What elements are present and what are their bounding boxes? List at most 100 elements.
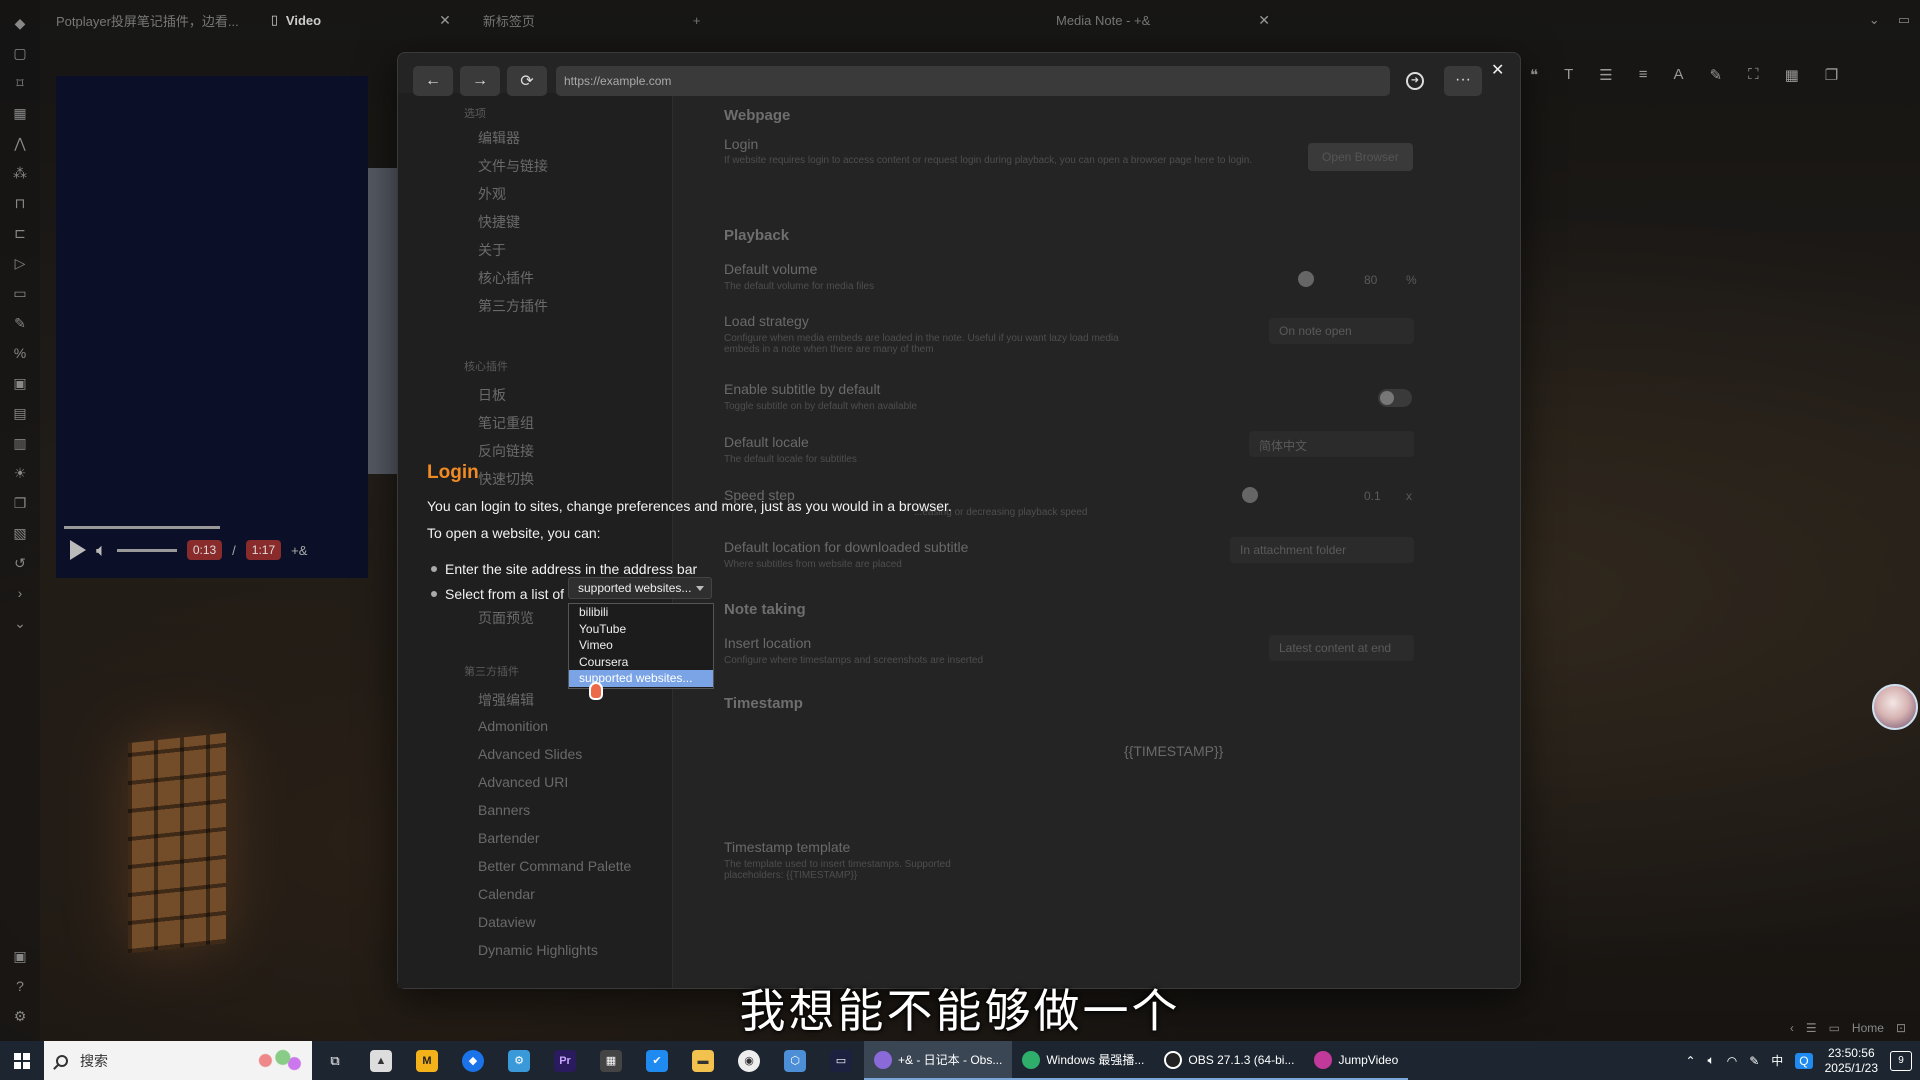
terminal-app-icon[interactable]: ▭ bbox=[818, 1041, 864, 1080]
forward-button[interactable]: → bbox=[460, 66, 500, 96]
option-youtube[interactable]: YouTube bbox=[569, 621, 713, 638]
chevron-down-icon[interactable]: ⌄ bbox=[1869, 12, 1880, 28]
nav-item[interactable]: Calendar bbox=[478, 886, 535, 902]
play-icon[interactable]: ▷ bbox=[9, 252, 31, 274]
option-coursera[interactable]: Coursera bbox=[569, 654, 713, 671]
option-bilibili[interactable]: bilibili bbox=[569, 604, 713, 621]
task-view-icon[interactable]: ⧉ bbox=[312, 1041, 358, 1080]
nav-item[interactable]: 文件与链接 bbox=[478, 156, 548, 176]
nav-item[interactable]: Bartender bbox=[478, 830, 539, 846]
split-icon[interactable]: ▭ bbox=[1898, 12, 1910, 28]
list-icon[interactable]: ☰ bbox=[1806, 1021, 1817, 1035]
chevron-down-icon[interactable]: ⌄ bbox=[9, 612, 31, 634]
taskbar-app-obs[interactable]: OBS 27.1.3 (64-bi... bbox=[1154, 1041, 1305, 1080]
insert-location-select[interactable]: Latest content at end bbox=[1269, 635, 1414, 661]
subtitle-toggle[interactable] bbox=[1378, 389, 1412, 407]
nav-item[interactable]: 增强编辑 bbox=[478, 690, 534, 710]
nav-item[interactable]: 快捷键 bbox=[478, 212, 520, 232]
align-icon[interactable]: ≡ bbox=[1639, 66, 1648, 84]
speed-step-slider[interactable] bbox=[1242, 487, 1258, 503]
close-tab-icon[interactable]: ✕ bbox=[1258, 12, 1270, 29]
list-icon[interactable]: ☰ bbox=[1599, 66, 1612, 84]
current-time-badge[interactable]: 0:13 bbox=[186, 540, 223, 560]
bird-app-icon[interactable]: ◆ bbox=[450, 1041, 496, 1080]
tab-video[interactable]: ▯ Video ✕ bbox=[255, 0, 467, 40]
home-label[interactable]: Home bbox=[1852, 1021, 1884, 1035]
settings-app-icon[interactable]: ⬡ bbox=[772, 1041, 818, 1080]
start-button[interactable] bbox=[0, 1041, 44, 1080]
m-app-icon[interactable]: M bbox=[404, 1041, 450, 1080]
supported-websites-select[interactable]: supported websites... bbox=[568, 577, 712, 599]
fullscreen-icon[interactable]: ⛶ bbox=[1748, 66, 1759, 84]
address-bar[interactable]: https://example.com bbox=[556, 66, 1390, 96]
ime-indicator[interactable]: 中 bbox=[1771, 1052, 1783, 1069]
chevron-up-icon[interactable]: ⌃ bbox=[1685, 1054, 1695, 1068]
bulb-icon[interactable]: ☀ bbox=[9, 462, 31, 484]
play-icon[interactable] bbox=[70, 540, 86, 560]
back-button[interactable]: ← bbox=[413, 66, 453, 96]
pen-icon[interactable]: ✎ bbox=[1749, 1054, 1759, 1068]
go-button[interactable]: ➜ bbox=[1400, 66, 1430, 96]
taskbar-clock[interactable]: 23:50:56 2025/1/23 bbox=[1825, 1046, 1878, 1076]
grid-icon[interactable]: ▦ bbox=[9, 102, 31, 124]
nav-item[interactable]: Dataview bbox=[478, 914, 536, 930]
video-player[interactable] bbox=[56, 76, 446, 578]
terminal-icon[interactable]: › bbox=[9, 582, 31, 604]
layout-icon[interactable]: ▧ bbox=[9, 522, 31, 544]
tab-potplayer[interactable]: Potplayer投屏笔记插件，边看... bbox=[40, 0, 255, 40]
nav-item[interactable]: Better Command Palette bbox=[478, 858, 631, 874]
inbox-icon[interactable]: ⊓ bbox=[9, 192, 31, 214]
nav-item[interactable]: Advanced Slides bbox=[478, 746, 582, 762]
reload-button[interactable]: ⟳ bbox=[507, 66, 547, 96]
nav-item[interactable]: 第三方插件 bbox=[478, 296, 548, 316]
copy-icon[interactable]: ❐ bbox=[9, 492, 31, 514]
sidebar-toggle-icon[interactable]: ▢ bbox=[9, 42, 31, 64]
highlight-icon[interactable]: ✎ bbox=[1709, 66, 1722, 84]
nav-item[interactable]: 日板 bbox=[478, 385, 506, 405]
nav-item[interactable]: 笔记重组 bbox=[478, 413, 534, 433]
table-icon[interactable]: ▦ bbox=[1785, 66, 1799, 84]
graph-icon[interactable]: ⁂ bbox=[9, 162, 31, 184]
taskbar-app-jumpvideo[interactable]: JumpVideo bbox=[1304, 1041, 1409, 1080]
tab-media-note[interactable]: Media Note - +& ✕ bbox=[1040, 0, 1286, 40]
gear-app-icon[interactable]: ⚙ bbox=[496, 1041, 542, 1080]
nav-item[interactable]: Banners bbox=[478, 802, 530, 818]
q-app-icon[interactable]: Q bbox=[1795, 1052, 1813, 1069]
lock-icon[interactable]: ⊡ bbox=[1896, 1021, 1906, 1035]
nav-item[interactable]: 页面预览 bbox=[478, 608, 534, 628]
obsidian-logo-icon[interactable]: ◆ bbox=[9, 12, 31, 34]
close-tab-icon[interactable]: ✕ bbox=[439, 12, 451, 29]
calendar-icon[interactable]: ▭ bbox=[9, 282, 31, 304]
avatar[interactable] bbox=[1872, 684, 1918, 730]
text-color-icon[interactable]: A bbox=[1673, 66, 1683, 84]
open-browser-button[interactable]: Open Browser bbox=[1308, 143, 1413, 171]
tab-new[interactable]: 新标签页 + bbox=[467, 0, 717, 40]
download-location-select[interactable]: In attachment folder bbox=[1230, 537, 1414, 563]
folder-icon[interactable]: ⊏ bbox=[9, 222, 31, 244]
close-browser-icon[interactable]: ✕ bbox=[1491, 60, 1504, 80]
speaker-icon[interactable]: 🔈︎ bbox=[1708, 1053, 1715, 1068]
date-icon[interactable]: ▥ bbox=[9, 432, 31, 454]
option-vimeo[interactable]: Vimeo bbox=[569, 637, 713, 654]
locale-select[interactable]: 简体中文 bbox=[1249, 431, 1414, 457]
home-icon[interactable]: ▭ bbox=[1829, 1021, 1840, 1035]
photo-app-icon[interactable]: ▲ bbox=[358, 1041, 404, 1080]
nav-item[interactable]: 编辑器 bbox=[478, 128, 520, 148]
taskbar-app-player[interactable]: Windows 最强播... bbox=[1012, 1041, 1155, 1080]
grid-app-icon[interactable]: ▦ bbox=[588, 1041, 634, 1080]
chevron-left-icon[interactable]: ‹ bbox=[1790, 1021, 1794, 1035]
nav-item[interactable]: 关于 bbox=[478, 240, 506, 260]
text-size-icon[interactable]: T bbox=[1564, 66, 1573, 84]
wifi-icon[interactable]: ◠ bbox=[1727, 1054, 1737, 1068]
new-tab-icon[interactable]: + bbox=[693, 13, 701, 28]
vault-icon[interactable]: ▣ bbox=[9, 945, 31, 967]
volume-value[interactable]: 80 bbox=[1364, 273, 1377, 287]
nav-item[interactable]: 外观 bbox=[478, 184, 506, 204]
nav-item[interactable]: Admonition bbox=[478, 718, 548, 734]
nav-item[interactable]: Dynamic Highlights bbox=[478, 942, 598, 958]
nav-item[interactable]: 反向链接 bbox=[478, 441, 534, 461]
load-strategy-select[interactable]: On note open bbox=[1269, 318, 1414, 344]
chart-icon[interactable]: ⋀ bbox=[9, 132, 31, 154]
chrome-icon[interactable]: ◉ bbox=[726, 1041, 772, 1080]
file-explorer-icon[interactable]: ▬ bbox=[680, 1041, 726, 1080]
